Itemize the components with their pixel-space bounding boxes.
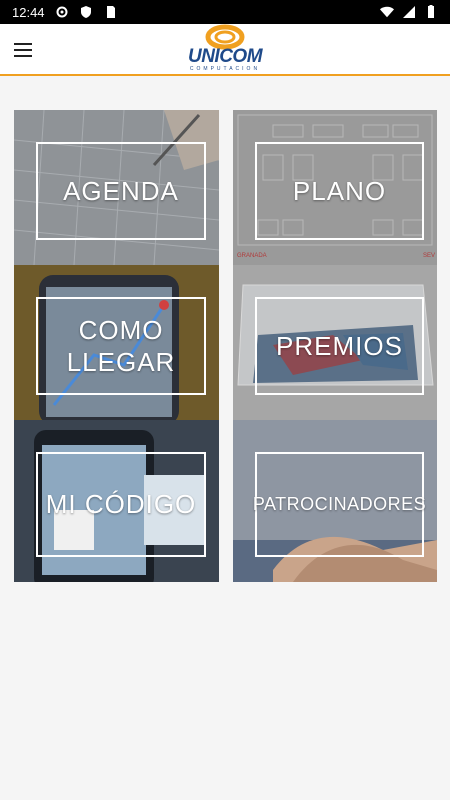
plan-label-left: GRANADA bbox=[237, 253, 267, 259]
status-bar: 12:44 bbox=[0, 0, 450, 24]
tile-label: PREMIOS bbox=[255, 297, 424, 395]
wifi-icon bbox=[380, 6, 394, 18]
app-bar: UNICOM COMPUTACION bbox=[0, 24, 450, 76]
tile-label: PLANO bbox=[255, 142, 424, 240]
tile-label: AGENDA bbox=[36, 142, 206, 240]
signal-icon bbox=[403, 6, 415, 18]
tile-premios[interactable]: PREMIOS bbox=[233, 265, 437, 420]
tile-agenda[interactable]: AGENDA bbox=[14, 110, 219, 265]
tile-label: MI CÓDIGO bbox=[36, 452, 206, 557]
unicom-logo: UNICOM COMPUTACION bbox=[183, 24, 267, 74]
clock: 12:44 bbox=[12, 4, 45, 20]
battery-icon bbox=[428, 5, 434, 18]
tile-label: COMO LLEGAR bbox=[36, 297, 206, 395]
tile-mi-codigo[interactable]: MI CÓDIGO bbox=[14, 420, 219, 582]
tile-label: PATROCINADORES bbox=[253, 452, 426, 557]
sim-card-icon bbox=[106, 6, 115, 18]
settings-icon bbox=[56, 6, 68, 18]
plan-label-right: SEV bbox=[423, 253, 435, 259]
tile-patrocinadores[interactable]: PATROCINADORES bbox=[233, 420, 437, 582]
tile-plano[interactable]: GRANADA SEV PLANO bbox=[233, 110, 437, 265]
menu-icon[interactable] bbox=[14, 40, 38, 60]
shield-icon bbox=[80, 6, 91, 18]
tile-como-llegar[interactable]: COMO LLEGAR bbox=[14, 265, 219, 420]
